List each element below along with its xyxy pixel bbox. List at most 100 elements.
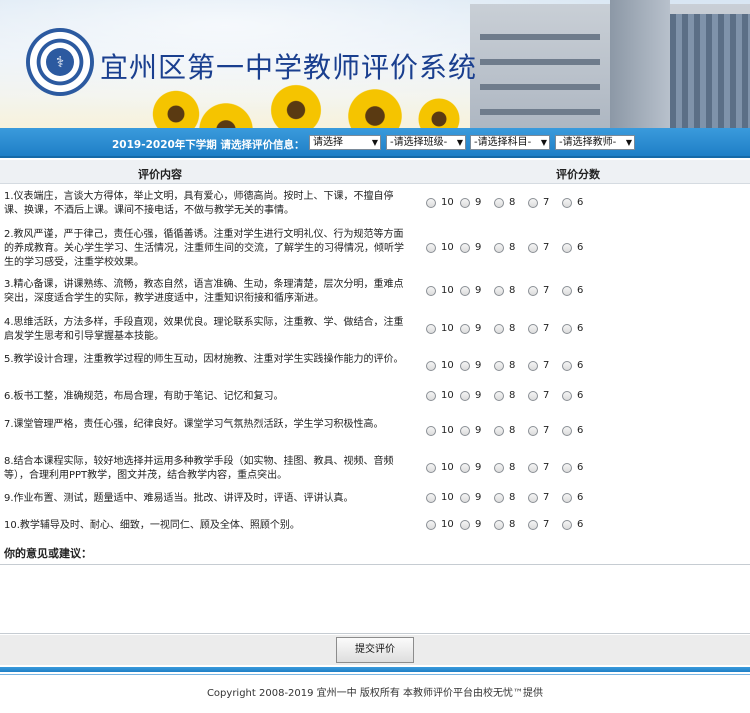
score-radio[interactable] bbox=[494, 285, 504, 296]
score-radio[interactable] bbox=[528, 197, 538, 208]
score-radio[interactable] bbox=[562, 197, 572, 208]
score-option[interactable]: 10 bbox=[426, 425, 454, 439]
score-radio[interactable] bbox=[460, 492, 470, 503]
score-option[interactable]: 10 bbox=[426, 323, 454, 337]
score-option[interactable]: 9 bbox=[460, 197, 481, 211]
score-radio[interactable] bbox=[426, 519, 436, 530]
submit-button[interactable]: 提交评价 bbox=[336, 637, 414, 663]
class-select[interactable]: -请选择班级- ▼ bbox=[386, 135, 466, 150]
score-option[interactable]: 6 bbox=[562, 323, 583, 337]
score-radio[interactable] bbox=[528, 242, 538, 253]
score-option[interactable]: 9 bbox=[460, 492, 481, 506]
score-radio[interactable] bbox=[426, 390, 436, 401]
score-radio[interactable] bbox=[494, 242, 504, 253]
score-option[interactable]: 7 bbox=[528, 360, 549, 374]
score-radio[interactable] bbox=[562, 519, 572, 530]
score-option[interactable]: 7 bbox=[528, 519, 549, 533]
score-option[interactable]: 7 bbox=[528, 462, 549, 476]
score-option[interactable]: 8 bbox=[494, 323, 515, 337]
score-radio[interactable] bbox=[460, 197, 470, 208]
score-radio[interactable] bbox=[562, 285, 572, 296]
score-option[interactable]: 10 bbox=[426, 285, 454, 299]
score-option[interactable]: 8 bbox=[494, 285, 515, 299]
score-option[interactable]: 10 bbox=[426, 242, 454, 256]
score-radio[interactable] bbox=[494, 492, 504, 503]
score-radio[interactable] bbox=[528, 285, 538, 296]
score-radio[interactable] bbox=[528, 462, 538, 473]
score-radio[interactable] bbox=[460, 360, 470, 371]
score-radio[interactable] bbox=[528, 425, 538, 436]
score-radio[interactable] bbox=[460, 462, 470, 473]
teacher-select[interactable]: -请选择教师- ▼ bbox=[555, 135, 635, 150]
score-option[interactable]: 10 bbox=[426, 462, 454, 476]
score-option[interactable]: 10 bbox=[426, 492, 454, 506]
score-option[interactable]: 6 bbox=[562, 425, 583, 439]
score-radio[interactable] bbox=[562, 360, 572, 371]
score-option[interactable]: 9 bbox=[460, 242, 481, 256]
score-radio[interactable] bbox=[528, 519, 538, 530]
score-option[interactable]: 8 bbox=[494, 425, 515, 439]
score-option[interactable]: 9 bbox=[460, 390, 481, 404]
score-option[interactable]: 8 bbox=[494, 519, 515, 533]
score-option[interactable]: 10 bbox=[426, 360, 454, 374]
score-option[interactable]: 8 bbox=[494, 242, 515, 256]
score-option[interactable]: 9 bbox=[460, 462, 481, 476]
score-option[interactable]: 6 bbox=[562, 242, 583, 256]
score-option[interactable]: 6 bbox=[562, 492, 583, 506]
score-option[interactable]: 10 bbox=[426, 519, 454, 533]
score-radio[interactable] bbox=[562, 492, 572, 503]
score-radio[interactable] bbox=[460, 242, 470, 253]
score-option[interactable]: 10 bbox=[426, 197, 454, 211]
score-radio[interactable] bbox=[562, 425, 572, 436]
score-option[interactable]: 8 bbox=[494, 462, 515, 476]
score-option[interactable]: 7 bbox=[528, 285, 549, 299]
score-radio[interactable] bbox=[426, 242, 436, 253]
score-radio[interactable] bbox=[426, 492, 436, 503]
score-option[interactable]: 9 bbox=[460, 519, 481, 533]
score-option[interactable]: 7 bbox=[528, 242, 549, 256]
opinion-textarea[interactable] bbox=[0, 564, 750, 634]
score-radio[interactable] bbox=[426, 197, 436, 208]
score-option[interactable]: 6 bbox=[562, 285, 583, 299]
score-option[interactable]: 8 bbox=[494, 390, 515, 404]
score-radio[interactable] bbox=[494, 323, 504, 334]
score-radio[interactable] bbox=[460, 425, 470, 436]
score-radio[interactable] bbox=[426, 323, 436, 334]
score-radio[interactable] bbox=[528, 360, 538, 371]
score-option[interactable]: 7 bbox=[528, 197, 549, 211]
score-option[interactable]: 6 bbox=[562, 360, 583, 374]
score-radio[interactable] bbox=[562, 390, 572, 401]
score-option[interactable]: 9 bbox=[460, 360, 481, 374]
score-option[interactable]: 7 bbox=[528, 390, 549, 404]
score-option[interactable]: 7 bbox=[528, 425, 549, 439]
score-option[interactable]: 8 bbox=[494, 492, 515, 506]
score-option[interactable]: 8 bbox=[494, 360, 515, 374]
score-radio[interactable] bbox=[426, 462, 436, 473]
score-radio[interactable] bbox=[562, 242, 572, 253]
score-option[interactable]: 6 bbox=[562, 462, 583, 476]
subject-select[interactable]: -请选择科目- ▼ bbox=[470, 135, 550, 150]
score-radio[interactable] bbox=[460, 390, 470, 401]
score-option[interactable]: 7 bbox=[528, 492, 549, 506]
score-radio[interactable] bbox=[494, 360, 504, 371]
score-option[interactable]: 6 bbox=[562, 519, 583, 533]
score-radio[interactable] bbox=[494, 519, 504, 530]
score-option[interactable]: 9 bbox=[460, 285, 481, 299]
score-radio[interactable] bbox=[460, 285, 470, 296]
score-radio[interactable] bbox=[494, 462, 504, 473]
score-radio[interactable] bbox=[460, 323, 470, 334]
score-option[interactable]: 9 bbox=[460, 425, 481, 439]
score-radio[interactable] bbox=[528, 323, 538, 334]
score-radio[interactable] bbox=[494, 425, 504, 436]
score-radio[interactable] bbox=[426, 360, 436, 371]
score-radio[interactable] bbox=[494, 390, 504, 401]
score-option[interactable]: 6 bbox=[562, 197, 583, 211]
score-radio[interactable] bbox=[494, 197, 504, 208]
score-radio[interactable] bbox=[562, 323, 572, 334]
score-radio[interactable] bbox=[460, 519, 470, 530]
score-radio[interactable] bbox=[426, 425, 436, 436]
score-radio[interactable] bbox=[528, 492, 538, 503]
score-option[interactable]: 7 bbox=[528, 323, 549, 337]
semester-select[interactable]: 请选择 ▼ bbox=[309, 135, 381, 150]
score-radio[interactable] bbox=[426, 285, 436, 296]
